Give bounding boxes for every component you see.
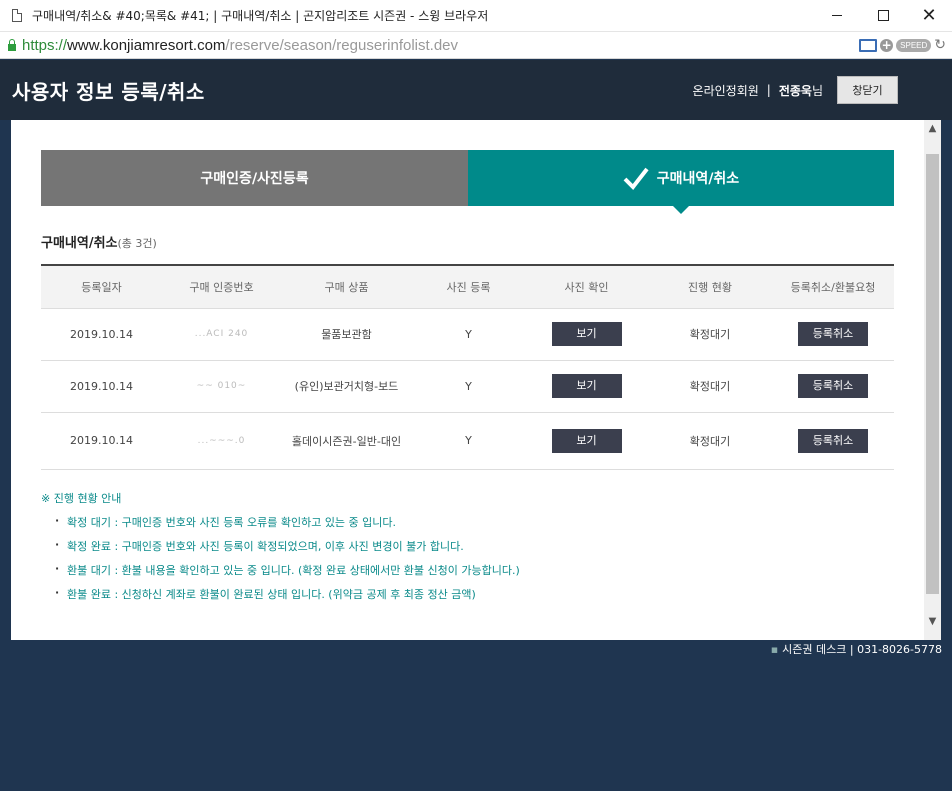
plus-icon[interactable]: + [880,38,894,52]
cell-view: 보기 [525,360,648,413]
cell-product: 홀데이시즌권-일반-대인 [281,412,412,470]
bullet-icon: ▪ [770,643,779,656]
url-field[interactable]: https://www.konjiamresort.com/reserve/se… [22,37,859,54]
cell-view: 보기 [525,308,648,361]
minimize-button[interactable] [814,0,860,32]
monitor-icon[interactable] [859,38,878,52]
column-header: 진행 현황 [648,264,772,309]
section-title: 구매내역/취소(총 3건) [41,236,157,251]
view-photo-button[interactable]: 보기 [551,428,622,453]
notice-list: 확정 대기 : 구매인증 번호와 사진 등록 오류를 확인하고 있는 중 입니다… [55,514,520,602]
content-panel: 구매인증/사진등록 구매내역/취소 구매내역/취소(총 3건) 등록일자 구매 … [11,120,941,640]
cell-cancel: 등록취소 [772,308,894,361]
cell-status: 확정대기 [648,308,772,361]
document-icon [12,9,22,22]
address-icons: + SPEED ↻ [859,37,946,53]
cell-photo-reg: Y [412,308,525,361]
list-item: 환불 완료 : 신청하신 계좌로 환불이 완료된 상태 입니다. (위약금 공제… [55,586,520,602]
cell-status: 확정대기 [648,360,772,413]
column-header: 사진 확인 [525,264,648,309]
cell-status: 확정대기 [648,412,772,470]
cell-auth-no: ...ACI 240 [162,308,281,361]
cell-date: 2019.10.14 [41,308,162,361]
cell-date: 2019.10.14 [41,412,162,470]
cell-auth-no: ...~~~.0 [162,412,281,470]
record-count: (총 3건) [117,237,157,250]
list-item: 확정 대기 : 구매인증 번호와 사진 등록 오류를 확인하고 있는 중 입니다… [55,514,520,530]
site-header: 사용자 정보 등록/취소 온라인정회원 | 전종욱님 창닫기 [0,60,952,120]
column-header: 등록일자 [41,264,162,309]
cell-photo-reg: Y [412,360,525,413]
window-title: 구매내역/취소& #40;목록& #41; | 구매내역/취소 | 곤지암리조트… [32,9,489,23]
cancel-registration-button[interactable]: 등록취소 [798,322,868,346]
table-header-row: 등록일자 구매 인증번호 구매 상품 사진 등록 사진 확인 진행 현황 등록취… [41,264,894,309]
tab-purchase-auth[interactable]: 구매인증/사진등록 [41,150,468,206]
scroll-down-icon[interactable]: ▼ [924,613,941,630]
status-notice: ※ 진행 현황 안내 확정 대기 : 구매인증 번호와 사진 등록 오류를 확인… [41,490,520,610]
cell-cancel: 등록취소 [772,360,894,413]
speed-badge[interactable]: SPEED [896,38,932,52]
tab-label: 구매내역/취소 [656,171,740,187]
cell-view: 보기 [525,412,648,470]
cell-auth-no: ~~ 010~ [162,360,281,413]
tab-label: 구매인증/사진등록 [200,171,309,187]
scroll-thumb[interactable] [926,154,939,594]
reload-icon[interactable]: ↻ [934,37,946,53]
page-title: 사용자 정보 등록/취소 [12,79,205,104]
tab-purchase-history[interactable]: 구매내역/취소 [468,150,894,214]
member-name: 전종욱님 [778,83,823,98]
cell-cancel: 등록취소 [772,412,894,470]
close-window-button[interactable]: ✕ [906,0,952,32]
lock-icon [8,38,16,51]
tab-bar: 구매인증/사진등록 구매내역/취소 [41,150,894,214]
cell-product: 물품보관함 [281,308,412,361]
member-separator: | [766,83,771,97]
table-row: 2019.10.14 ~~ 010~ (유인)보관거치형-보드 Y 보기 확정대… [41,360,894,413]
list-item: 확정 완료 : 구매인증 번호와 사진 등록이 확정되었으며, 이후 사진 변경… [55,538,520,554]
column-header: 사진 등록 [412,264,525,309]
table-row: 2019.10.14 ...ACI 240 물품보관함 Y 보기 확정대기 등록… [41,308,894,361]
cell-product: (유인)보관거치형-보드 [281,360,412,413]
notice-heading: ※ 진행 현황 안내 [41,492,122,505]
window-titlebar: 구매내역/취소& #40;목록& #41; | 구매내역/취소 | 곤지암리조트… [0,0,952,32]
column-header: 구매 상품 [281,264,412,309]
member-type: 온라인정회원 [692,83,759,98]
column-header: 등록취소/환불요청 [772,264,894,309]
address-bar: https://www.konjiamresort.com/reserve/se… [0,32,952,59]
view-photo-button[interactable]: 보기 [551,374,622,398]
cell-date: 2019.10.14 [41,360,162,413]
maximize-button[interactable] [860,0,906,32]
cell-photo-reg: Y [412,412,525,470]
close-page-button[interactable]: 창닫기 [837,76,898,104]
cancel-registration-button[interactable]: 등록취소 [798,374,868,398]
vertical-scrollbar[interactable]: ▲ ▼ [924,120,941,640]
cancel-registration-button[interactable]: 등록취소 [798,428,868,453]
scroll-up-icon[interactable]: ▲ [924,120,941,137]
check-icon [623,167,649,191]
list-item: 환불 대기 : 환불 내용을 확인하고 있는 중 입니다. (확정 완료 상태에… [55,562,520,578]
table-row: 2019.10.14 ...~~~.0 홀데이시즌권-일반-대인 Y 보기 확정… [41,412,894,470]
column-header: 구매 인증번호 [162,264,281,309]
view-photo-button[interactable]: 보기 [551,322,622,346]
season-desk-contact: ▪ 시즌권 데스크 | 031-8026-5778 [770,643,942,656]
purchase-table: 등록일자 구매 인증번호 구매 상품 사진 등록 사진 확인 진행 현황 등록취… [41,264,894,470]
